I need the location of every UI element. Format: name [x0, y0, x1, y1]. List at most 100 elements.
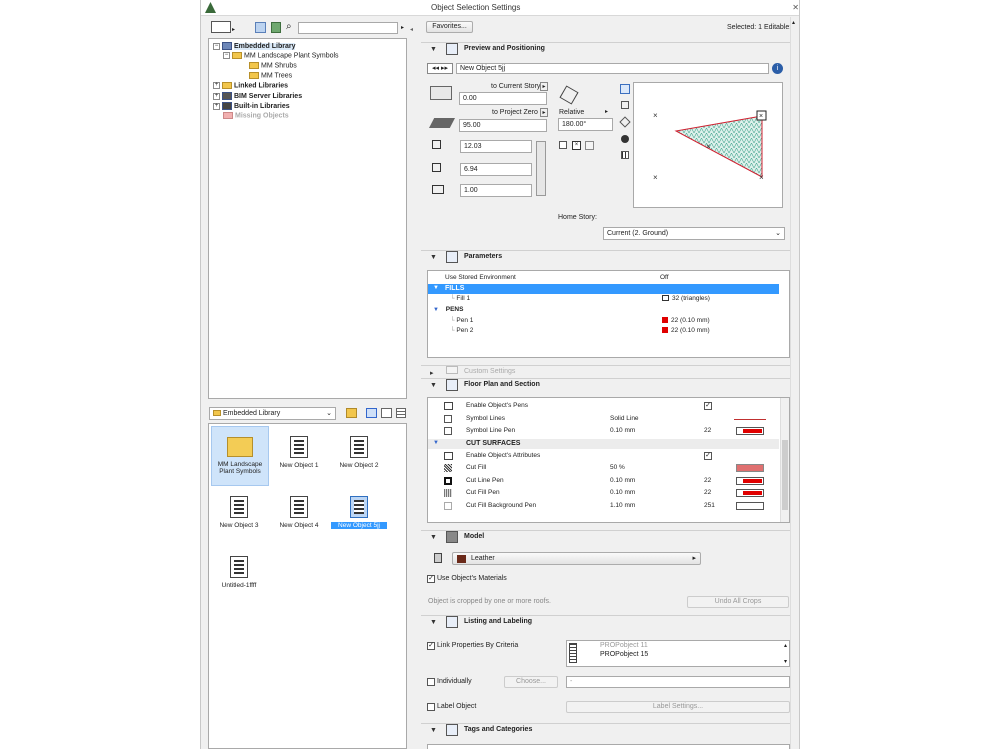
medium-icons-view-icon[interactable] — [381, 408, 392, 418]
search-icon[interactable]: ⌕ — [286, 21, 292, 32]
browser-item-new-object-3[interactable]: New Object 3 — [211, 496, 267, 529]
scroll-up-icon[interactable]: ▴ — [784, 642, 787, 649]
pen-color-swatch[interactable] — [736, 477, 764, 485]
collapse-triangle-icon[interactable]: ▼ — [430, 46, 437, 53]
param-row-fills[interactable]: ▼ FILLS — [428, 284, 779, 294]
fp-row-cut-line-pen[interactable]: Cut Line Pen 0.10 mm 22 — [428, 477, 788, 487]
param-row-pen-1[interactable]: └ Pen 1 22 (0.10 mm) — [450, 317, 799, 327]
to-project-zero-field[interactable]: 95.00 — [459, 119, 547, 132]
collapse-triangle-icon[interactable]: ▼ — [430, 382, 437, 389]
property-item[interactable]: PROPobject 11 — [600, 642, 648, 649]
browser-item-new-object-5jj[interactable]: New Object 5jj — [331, 496, 387, 529]
tree-item-landscape-plant-symbols[interactable]: − MM Landscape Plant Symbols — [223, 52, 339, 59]
mirror-y-icon[interactable] — [585, 141, 594, 150]
cut-fill-preview[interactable] — [736, 464, 764, 472]
use-object-materials-checkbox[interactable]: ✓ — [427, 575, 435, 583]
fp-row-symbol-line-pen[interactable]: Symbol Line Pen 0.10 mm 22 — [428, 427, 788, 437]
section-floor-plan[interactable]: ▼ Floor Plan and Section — [421, 378, 797, 392]
choose-button[interactable]: Choose... — [504, 676, 558, 688]
collapse-triangle-icon[interactable]: ▼ — [430, 619, 437, 626]
section-custom-settings[interactable]: ▸ Custom Settings — [421, 365, 797, 379]
close-icon[interactable]: ✕ — [792, 3, 799, 12]
home-story-dropdown[interactable]: Current (2. Ground) ⌄ — [603, 227, 785, 240]
undo-all-crops-button[interactable]: Undo All Crops — [687, 596, 789, 608]
label-settings-button[interactable]: Label Settings... — [566, 701, 790, 713]
tree-item-bim-server-libraries[interactable]: + BIM Server Libraries — [213, 92, 302, 100]
favorites-button[interactable]: Favorites... — [426, 21, 473, 33]
panel-collapse-icon[interactable]: ◂ — [410, 26, 413, 33]
depth-field[interactable]: 6.94 — [460, 163, 532, 176]
material-selector[interactable]: Leather ▸ — [452, 552, 701, 565]
label-object-checkbox[interactable] — [427, 703, 435, 711]
prev-next-object-buttons[interactable]: ◂◂ ▸▸ — [427, 63, 453, 74]
link-properties-checkbox[interactable]: ✓ — [427, 642, 435, 650]
large-icons-view-icon[interactable] — [366, 408, 377, 418]
section-view-icon[interactable] — [621, 101, 629, 109]
up-folder-icon[interactable] — [346, 408, 357, 418]
fp-row-cut-fill-pen[interactable]: Cut Fill Pen 0.10 mm 22 — [428, 489, 788, 499]
section-model[interactable]: ▼ Model — [421, 530, 797, 544]
browser-item-untitled[interactable]: Untitled-1ffff — [211, 556, 267, 589]
project-zero-menu-icon[interactable]: ▸ — [540, 108, 548, 117]
property-item[interactable]: PROPobject 15 — [600, 651, 648, 658]
fp-row-enable-attributes[interactable]: Enable Object's Attributes ✓ — [428, 452, 788, 462]
scroll-down-icon[interactable]: ▾ — [784, 658, 787, 665]
scrollbar-thumb[interactable] — [782, 440, 788, 510]
info-icon[interactable]: i — [772, 63, 783, 74]
view-mode-icon[interactable] — [211, 21, 231, 33]
scroll-up-icon[interactable]: ▴ — [792, 19, 795, 26]
height-field[interactable]: 1.00 — [460, 184, 532, 197]
fp-row-cut-fill[interactable]: Cut Fill 50 % — [428, 464, 788, 474]
floor-plan-scrollbar[interactable] — [780, 398, 789, 522]
collapse-triangle-icon[interactable]: ▼ — [430, 727, 437, 734]
browser-item-new-object-4[interactable]: New Object 4 — [271, 496, 327, 529]
relative-menu-icon[interactable]: ▸ — [605, 108, 608, 115]
expand-triangle-icon[interactable]: ▸ — [430, 369, 434, 377]
tree-item-missing-objects[interactable]: Missing Objects — [223, 112, 289, 119]
axon-view-icon[interactable] — [619, 116, 631, 128]
library-manager-icon[interactable] — [271, 22, 281, 33]
section-parameters[interactable]: ▼ Parameters — [421, 250, 797, 264]
tree-item-embedded-library[interactable]: − Embedded Library — [213, 42, 296, 50]
tree-item-shrubs[interactable]: MM Shrubs — [249, 62, 297, 69]
tree-item-built-in-libraries[interactable]: + Built-in Libraries — [213, 102, 290, 110]
fp-row-cut-fill-background-pen[interactable]: Cut Fill Background Pen 1.10 mm 251 — [428, 502, 788, 512]
current-story-menu-icon[interactable]: ▸ — [540, 82, 548, 91]
list-view-icon[interactable] — [396, 408, 406, 418]
pen-color-swatch[interactable] — [736, 427, 764, 435]
mirror-x-icon[interactable]: × — [572, 141, 581, 150]
view-mode-dropdown-icon[interactable]: ▸ — [232, 26, 235, 33]
enable-pens-checkbox[interactable]: ✓ — [704, 402, 712, 410]
enable-attributes-checkbox[interactable]: ✓ — [704, 452, 712, 460]
to-current-story-field[interactable]: 0.00 — [459, 92, 547, 105]
tree-item-linked-libraries[interactable]: + Linked Libraries — [213, 82, 288, 89]
param-row-fill-1[interactable]: └ Fill 1 32 (triangles) — [450, 295, 799, 305]
individually-checkbox[interactable] — [427, 678, 435, 686]
param-row-pen-2[interactable]: └ Pen 2 22 (0.10 mm) — [450, 327, 799, 337]
collapse-triangle-icon[interactable]: ▼ — [430, 254, 437, 261]
width-field[interactable]: 12.03 — [460, 140, 532, 153]
search-scope-icon[interactable]: ▸ — [401, 24, 404, 31]
tree-item-trees[interactable]: MM Trees — [249, 72, 292, 79]
fp-row-cut-surfaces[interactable]: ▼ CUT SURFACES — [428, 439, 779, 449]
param-row-pens[interactable]: ▼ PENS — [433, 306, 793, 316]
elevation-view-icon[interactable] — [621, 151, 629, 159]
section-listing-labeling[interactable]: ▼ Listing and Labeling — [421, 615, 797, 629]
browser-item-new-object-2[interactable]: New Object 2 — [331, 436, 387, 469]
library-filter-icon[interactable] — [255, 22, 266, 33]
fp-row-symbol-lines[interactable]: Symbol Lines Solid Line — [428, 415, 788, 425]
library-search-input[interactable] — [298, 22, 398, 34]
main-scrollbar[interactable]: ▴ — [790, 17, 799, 749]
section-preview-positioning[interactable]: ▼ Preview and Positioning — [421, 42, 797, 56]
fp-row-enable-pens[interactable]: Enable Object's Pens ✓ — [428, 402, 788, 412]
browser-item-landscape-plant-symbols[interactable]: MM Landscape Plant Symbols — [211, 426, 269, 486]
browser-item-new-object-1[interactable]: New Object 1 — [271, 436, 327, 469]
mirror-checkbox[interactable] — [559, 141, 567, 149]
location-dropdown[interactable]: Embedded Library ⌄ — [209, 407, 336, 420]
section-tags-categories[interactable]: ▼ Tags and Categories — [421, 723, 797, 737]
plan-view-icon[interactable] — [620, 84, 630, 94]
chain-lock-icon[interactable] — [536, 141, 546, 196]
angle-field[interactable]: 180.00° — [558, 118, 613, 131]
pen-color-swatch[interactable] — [736, 502, 764, 510]
collapse-triangle-icon[interactable]: ▼ — [430, 534, 437, 541]
